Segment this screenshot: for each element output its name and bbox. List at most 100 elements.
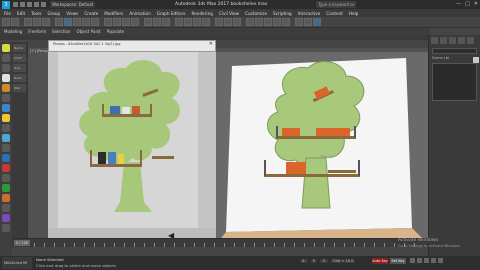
pivot-center-icon[interactable] <box>153 18 161 26</box>
percent-snap-icon[interactable] <box>193 18 201 26</box>
minimize-button[interactable]: — <box>456 0 461 9</box>
menu-customize[interactable]: Customize <box>245 11 267 16</box>
ribbon-tab-populate[interactable]: Populate <box>107 29 124 34</box>
scene-3d-view[interactable] <box>216 52 428 244</box>
spinner-snap-icon[interactable] <box>202 18 210 26</box>
render-production-icon[interactable] <box>313 18 321 26</box>
app-logo-icon[interactable]: 3 <box>2 0 10 9</box>
scene-explorer-row[interactable]: Book <box>13 74 26 82</box>
time-slider[interactable]: 0 / 100 <box>14 240 30 246</box>
shapes-icon[interactable] <box>2 94 10 102</box>
utilities-icon[interactable] <box>2 174 10 182</box>
camera-icon[interactable] <box>2 84 10 92</box>
menu-edit[interactable]: Edit <box>17 11 25 16</box>
rotate-icon[interactable] <box>113 18 121 26</box>
layer-icon[interactable] <box>2 54 10 62</box>
filter-icon[interactable] <box>2 144 10 152</box>
go-to-start-icon[interactable] <box>410 258 415 263</box>
menu-views[interactable]: Views <box>66 11 78 16</box>
group-icon[interactable] <box>2 214 10 222</box>
timeline-ticks[interactable] <box>34 243 424 247</box>
rendered-frame-window-icon[interactable] <box>304 18 312 26</box>
menu-scripting[interactable]: Scripting <box>273 11 292 16</box>
maximize-button[interactable]: □ <box>465 0 470 9</box>
set-key-button[interactable]: Set Key <box>390 258 406 264</box>
light-icon[interactable] <box>2 44 10 52</box>
menu-content[interactable]: Content <box>326 11 343 16</box>
sphere-icon[interactable] <box>2 74 10 82</box>
play-icon[interactable] <box>424 258 429 263</box>
maxscript-listener[interactable]: MAXScript Mi <box>2 257 32 269</box>
snaps-toggle-icon[interactable] <box>175 18 183 26</box>
object-color-swatch[interactable] <box>473 57 479 63</box>
scene-explorer-row[interactable]: Name <box>13 44 26 52</box>
lock-icon[interactable] <box>2 224 10 232</box>
ribbon-tab-freeform[interactable]: Freeform <box>28 29 46 34</box>
unlink-icon[interactable] <box>33 18 41 26</box>
go-to-end-icon[interactable] <box>438 258 443 263</box>
search-input[interactable]: Type a keyword or phrase <box>316 1 356 14</box>
particle-icon[interactable] <box>2 194 10 202</box>
menu-tools[interactable]: Tools <box>31 11 41 16</box>
systems-icon[interactable] <box>2 134 10 142</box>
motion-icon[interactable] <box>2 164 10 172</box>
previous-frame-icon[interactable] <box>417 258 422 263</box>
align-icon[interactable] <box>233 18 241 26</box>
menu-graph-editors[interactable]: Graph Editors <box>157 11 186 16</box>
angle-snap-icon[interactable] <box>184 18 192 26</box>
ribbon-tab-selection[interactable]: Selection <box>52 29 70 34</box>
select-by-name-icon[interactable] <box>73 18 81 26</box>
next-frame-icon[interactable] <box>431 258 436 263</box>
bone-icon[interactable] <box>2 184 10 192</box>
undo-tool-icon[interactable] <box>2 18 10 26</box>
workspace-dropdown[interactable]: Workspaces: Default <box>50 1 96 8</box>
display-tab-icon[interactable] <box>467 37 474 44</box>
ribbon-tab-modeling[interactable]: Modeling <box>4 29 22 34</box>
move-icon[interactable] <box>104 18 112 26</box>
menu-create[interactable]: Create <box>84 11 98 16</box>
menu-group[interactable]: Group <box>47 11 60 16</box>
create-tab-icon[interactable] <box>431 37 438 44</box>
modifier-stack-list[interactable] <box>432 63 477 101</box>
mirror-icon[interactable] <box>224 18 232 26</box>
z-coord-field[interactable]: Z: <box>320 259 329 263</box>
toggle-ribbon-icon[interactable] <box>255 18 263 26</box>
reference-coord-icon[interactable] <box>144 18 152 26</box>
spacewarp-icon[interactable] <box>2 124 10 132</box>
geometry-icon[interactable] <box>2 104 10 112</box>
named-selection-icon[interactable] <box>215 18 223 26</box>
menu-modifiers[interactable]: Modifiers <box>104 11 123 16</box>
window-crossing-icon[interactable] <box>91 18 99 26</box>
scale-icon[interactable] <box>122 18 130 26</box>
helper-icon[interactable] <box>2 114 10 122</box>
save-icon[interactable] <box>27 2 32 7</box>
auto-key-button[interactable]: Auto Key <box>372 258 388 264</box>
undo-icon[interactable] <box>34 2 39 7</box>
y-coord-field[interactable]: Y: <box>310 259 318 263</box>
settings-icon[interactable] <box>2 204 10 212</box>
material-editor-icon[interactable] <box>282 18 290 26</box>
rectangular-selection-icon[interactable] <box>82 18 90 26</box>
image-viewer-close-button[interactable]: ✕ <box>209 41 213 48</box>
menu-rendering[interactable]: Rendering <box>192 11 213 16</box>
open-file-icon[interactable] <box>20 2 25 7</box>
selection-filter-icon[interactable] <box>55 18 63 26</box>
schematic-view-icon[interactable] <box>273 18 281 26</box>
render-setup-icon[interactable] <box>295 18 303 26</box>
keyboard-shortcut-icon[interactable] <box>162 18 170 26</box>
object-name-field[interactable] <box>432 48 477 54</box>
hierarchy-tab-icon[interactable] <box>449 37 456 44</box>
redo-tool-icon[interactable] <box>11 18 19 26</box>
hierarchy-icon[interactable] <box>2 154 10 162</box>
scene-explorer-row[interactable]: Wall <box>13 84 26 92</box>
menu-file[interactable]: File <box>4 11 11 16</box>
redo-icon[interactable] <box>41 2 46 7</box>
new-file-icon[interactable] <box>13 2 18 7</box>
menu-help[interactable]: Help <box>349 11 359 16</box>
menu-interactive[interactable]: Interactive <box>298 11 321 16</box>
curve-editor-icon[interactable] <box>264 18 272 26</box>
motion-tab-icon[interactable] <box>458 37 465 44</box>
x-coord-field[interactable]: X: <box>300 259 308 263</box>
select-object-icon[interactable] <box>64 18 72 26</box>
link-icon[interactable] <box>24 18 32 26</box>
